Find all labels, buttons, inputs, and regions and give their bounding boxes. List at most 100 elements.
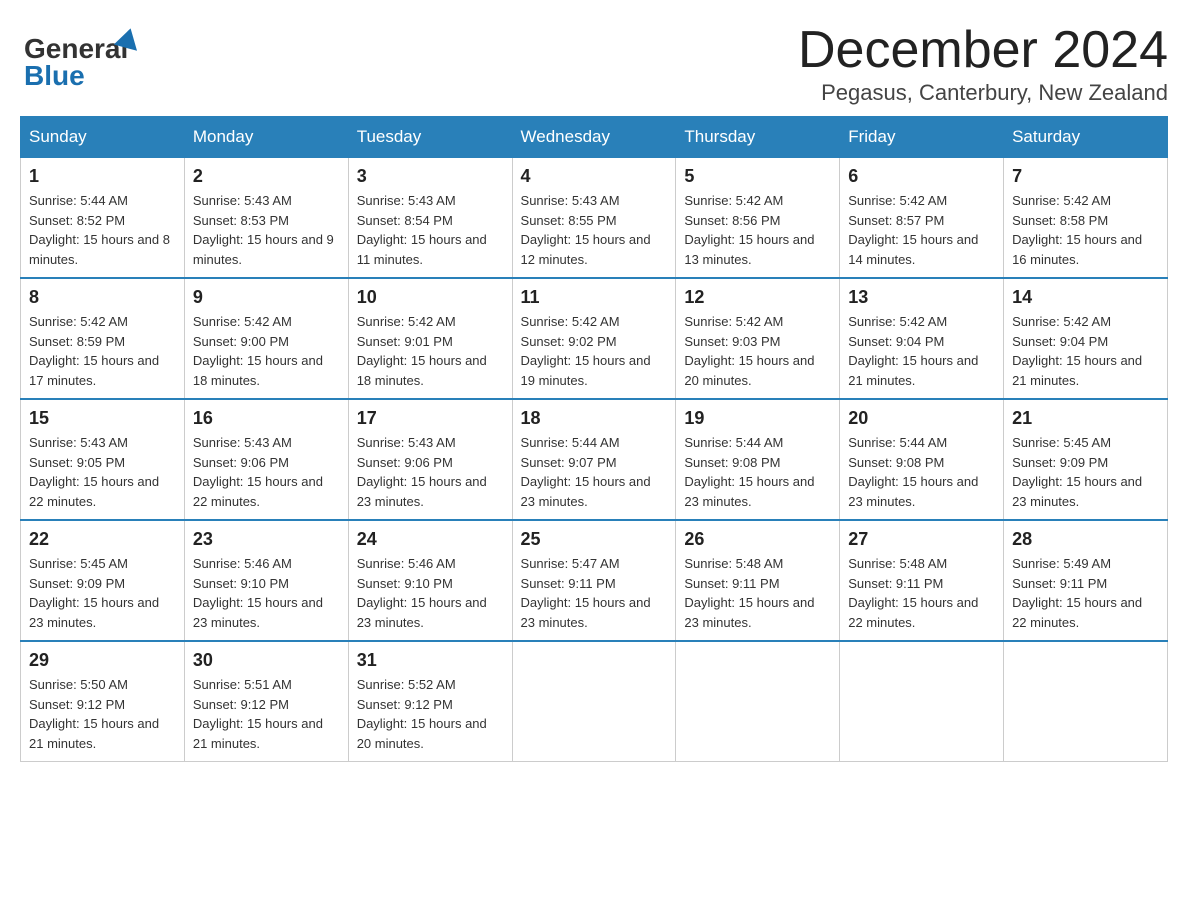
day-info: Sunrise: 5:42 AMSunset: 9:02 PMDaylight:…	[521, 312, 668, 390]
calendar-day-cell: 15Sunrise: 5:43 AMSunset: 9:05 PMDayligh…	[21, 399, 185, 520]
calendar-day-cell: 1 Sunrise: 5:44 AMSunset: 8:52 PMDaylight…	[21, 158, 185, 279]
calendar-day-cell: 19Sunrise: 5:44 AMSunset: 9:08 PMDayligh…	[676, 399, 840, 520]
day-number: 23	[193, 529, 340, 550]
day-number: 10	[357, 287, 504, 308]
day-info: Sunrise: 5:51 AMSunset: 9:12 PMDaylight:…	[193, 675, 340, 753]
calendar-day-cell: 28 Sunrise: 5:49 AMSunset: 9:11 PMDayligh…	[1004, 520, 1168, 641]
day-info: Sunrise: 5:47 AMSunset: 9:11 PMDaylight:…	[521, 554, 668, 632]
calendar-day-cell: 3 Sunrise: 5:43 AMSunset: 8:54 PMDaylight…	[348, 158, 512, 279]
calendar-day-cell: 29Sunrise: 5:50 AMSunset: 9:12 PMDayligh…	[21, 641, 185, 762]
day-info: Sunrise: 5:42 AMSunset: 9:00 PMDaylight:…	[193, 312, 340, 390]
calendar-day-cell: 25 Sunrise: 5:47 AMSunset: 9:11 PMDayligh…	[512, 520, 676, 641]
day-info: Sunrise: 5:43 AMSunset: 8:53 PMDaylight:…	[193, 191, 340, 269]
day-info: Sunrise: 5:42 AMSunset: 8:57 PMDaylight:…	[848, 191, 995, 269]
day-number: 12	[684, 287, 831, 308]
day-info: Sunrise: 5:45 AMSunset: 9:09 PMDaylight:…	[1012, 433, 1159, 511]
day-number: 27	[848, 529, 995, 550]
day-of-week-header: Sunday	[21, 117, 185, 158]
month-title: December 2024	[798, 20, 1168, 80]
day-number: 8	[29, 287, 176, 308]
calendar-day-cell: 8 Sunrise: 5:42 AMSunset: 8:59 PMDaylight…	[21, 278, 185, 399]
calendar-table: SundayMondayTuesdayWednesdayThursdayFrid…	[20, 116, 1168, 762]
day-info: Sunrise: 5:43 AMSunset: 8:54 PMDaylight:…	[357, 191, 504, 269]
day-of-week-header: Saturday	[1004, 117, 1168, 158]
day-number: 11	[521, 287, 668, 308]
day-info: Sunrise: 5:50 AMSunset: 9:12 PMDaylight:…	[29, 675, 176, 753]
day-of-week-header: Thursday	[676, 117, 840, 158]
calendar-day-cell	[840, 641, 1004, 762]
day-number: 19	[684, 408, 831, 429]
day-of-week-header: Tuesday	[348, 117, 512, 158]
day-number: 21	[1012, 408, 1159, 429]
day-number: 18	[521, 408, 668, 429]
calendar-day-cell: 18 Sunrise: 5:44 AMSunset: 9:07 PMDayligh…	[512, 399, 676, 520]
calendar-day-cell	[1004, 641, 1168, 762]
day-info: Sunrise: 5:46 AMSunset: 9:10 PMDaylight:…	[357, 554, 504, 632]
day-number: 1	[29, 166, 176, 187]
day-info: Sunrise: 5:43 AMSunset: 8:55 PMDaylight:…	[521, 191, 668, 269]
day-info: Sunrise: 5:42 AMSunset: 8:56 PMDaylight:…	[684, 191, 831, 269]
calendar-day-cell: 7 Sunrise: 5:42 AMSunset: 8:58 PMDaylight…	[1004, 158, 1168, 279]
day-info: Sunrise: 5:52 AMSunset: 9:12 PMDaylight:…	[357, 675, 504, 753]
day-number: 24	[357, 529, 504, 550]
calendar-day-cell: 30Sunrise: 5:51 AMSunset: 9:12 PMDayligh…	[184, 641, 348, 762]
logo: General Blue	[20, 20, 150, 90]
day-number: 20	[848, 408, 995, 429]
calendar-day-cell: 12 Sunrise: 5:42 AMSunset: 9:03 PMDayligh…	[676, 278, 840, 399]
calendar-day-cell: 21 Sunrise: 5:45 AMSunset: 9:09 PMDayligh…	[1004, 399, 1168, 520]
day-of-week-header: Monday	[184, 117, 348, 158]
day-number: 5	[684, 166, 831, 187]
day-info: Sunrise: 5:42 AMSunset: 8:59 PMDaylight:…	[29, 312, 176, 390]
day-info: Sunrise: 5:48 AMSunset: 9:11 PMDaylight:…	[848, 554, 995, 632]
day-number: 14	[1012, 287, 1159, 308]
day-number: 25	[521, 529, 668, 550]
calendar-day-cell: 13Sunrise: 5:42 AMSunset: 9:04 PMDayligh…	[840, 278, 1004, 399]
calendar-day-cell: 2 Sunrise: 5:43 AMSunset: 8:53 PMDaylight…	[184, 158, 348, 279]
calendar-day-cell: 17 Sunrise: 5:43 AMSunset: 9:06 PMDayligh…	[348, 399, 512, 520]
calendar-week-row: 22 Sunrise: 5:45 AMSunset: 9:09 PMDayligh…	[21, 520, 1168, 641]
day-info: Sunrise: 5:42 AMSunset: 9:03 PMDaylight:…	[684, 312, 831, 390]
day-number: 28	[1012, 529, 1159, 550]
day-info: Sunrise: 5:44 AMSunset: 8:52 PMDaylight:…	[29, 191, 176, 269]
page-header: General Blue December 2024 Pegasus, Cant…	[20, 20, 1168, 106]
calendar-day-cell: 14 Sunrise: 5:42 AMSunset: 9:04 PMDayligh…	[1004, 278, 1168, 399]
day-info: Sunrise: 5:43 AMSunset: 9:06 PMDaylight:…	[357, 433, 504, 511]
day-number: 6	[848, 166, 995, 187]
calendar-day-cell: 20Sunrise: 5:44 AMSunset: 9:08 PMDayligh…	[840, 399, 1004, 520]
day-info: Sunrise: 5:45 AMSunset: 9:09 PMDaylight:…	[29, 554, 176, 632]
location: Pegasus, Canterbury, New Zealand	[798, 80, 1168, 106]
day-info: Sunrise: 5:43 AMSunset: 9:05 PMDaylight:…	[29, 433, 176, 511]
calendar-day-cell: 31 Sunrise: 5:52 AMSunset: 9:12 PMDayligh…	[348, 641, 512, 762]
calendar-day-cell: 27 Sunrise: 5:48 AMSunset: 9:11 PMDayligh…	[840, 520, 1004, 641]
day-number: 26	[684, 529, 831, 550]
day-number: 3	[357, 166, 504, 187]
day-info: Sunrise: 5:42 AMSunset: 8:58 PMDaylight:…	[1012, 191, 1159, 269]
day-number: 7	[1012, 166, 1159, 187]
calendar-day-cell: 24 Sunrise: 5:46 AMSunset: 9:10 PMDayligh…	[348, 520, 512, 641]
calendar-week-row: 29Sunrise: 5:50 AMSunset: 9:12 PMDayligh…	[21, 641, 1168, 762]
day-number: 4	[521, 166, 668, 187]
day-number: 17	[357, 408, 504, 429]
day-info: Sunrise: 5:42 AMSunset: 9:04 PMDaylight:…	[1012, 312, 1159, 390]
day-number: 9	[193, 287, 340, 308]
calendar-day-cell: 5 Sunrise: 5:42 AMSunset: 8:56 PMDaylight…	[676, 158, 840, 279]
calendar-day-cell: 22 Sunrise: 5:45 AMSunset: 9:09 PMDayligh…	[21, 520, 185, 641]
day-info: Sunrise: 5:48 AMSunset: 9:11 PMDaylight:…	[684, 554, 831, 632]
day-number: 2	[193, 166, 340, 187]
calendar-day-cell: 4 Sunrise: 5:43 AMSunset: 8:55 PMDaylight…	[512, 158, 676, 279]
day-number: 13	[848, 287, 995, 308]
day-of-week-header: Friday	[840, 117, 1004, 158]
day-number: 16	[193, 408, 340, 429]
day-info: Sunrise: 5:49 AMSunset: 9:11 PMDaylight:…	[1012, 554, 1159, 632]
calendar-week-row: 8 Sunrise: 5:42 AMSunset: 8:59 PMDaylight…	[21, 278, 1168, 399]
day-info: Sunrise: 5:44 AMSunset: 9:07 PMDaylight:…	[521, 433, 668, 511]
day-number: 22	[29, 529, 176, 550]
calendar-day-cell: 9 Sunrise: 5:42 AMSunset: 9:00 PMDaylight…	[184, 278, 348, 399]
svg-text:Blue: Blue	[24, 60, 85, 90]
calendar-day-cell	[676, 641, 840, 762]
day-info: Sunrise: 5:42 AMSunset: 9:01 PMDaylight:…	[357, 312, 504, 390]
day-number: 31	[357, 650, 504, 671]
calendar-day-cell: 23Sunrise: 5:46 AMSunset: 9:10 PMDayligh…	[184, 520, 348, 641]
calendar-day-cell: 26 Sunrise: 5:48 AMSunset: 9:11 PMDayligh…	[676, 520, 840, 641]
calendar-week-row: 15Sunrise: 5:43 AMSunset: 9:05 PMDayligh…	[21, 399, 1168, 520]
